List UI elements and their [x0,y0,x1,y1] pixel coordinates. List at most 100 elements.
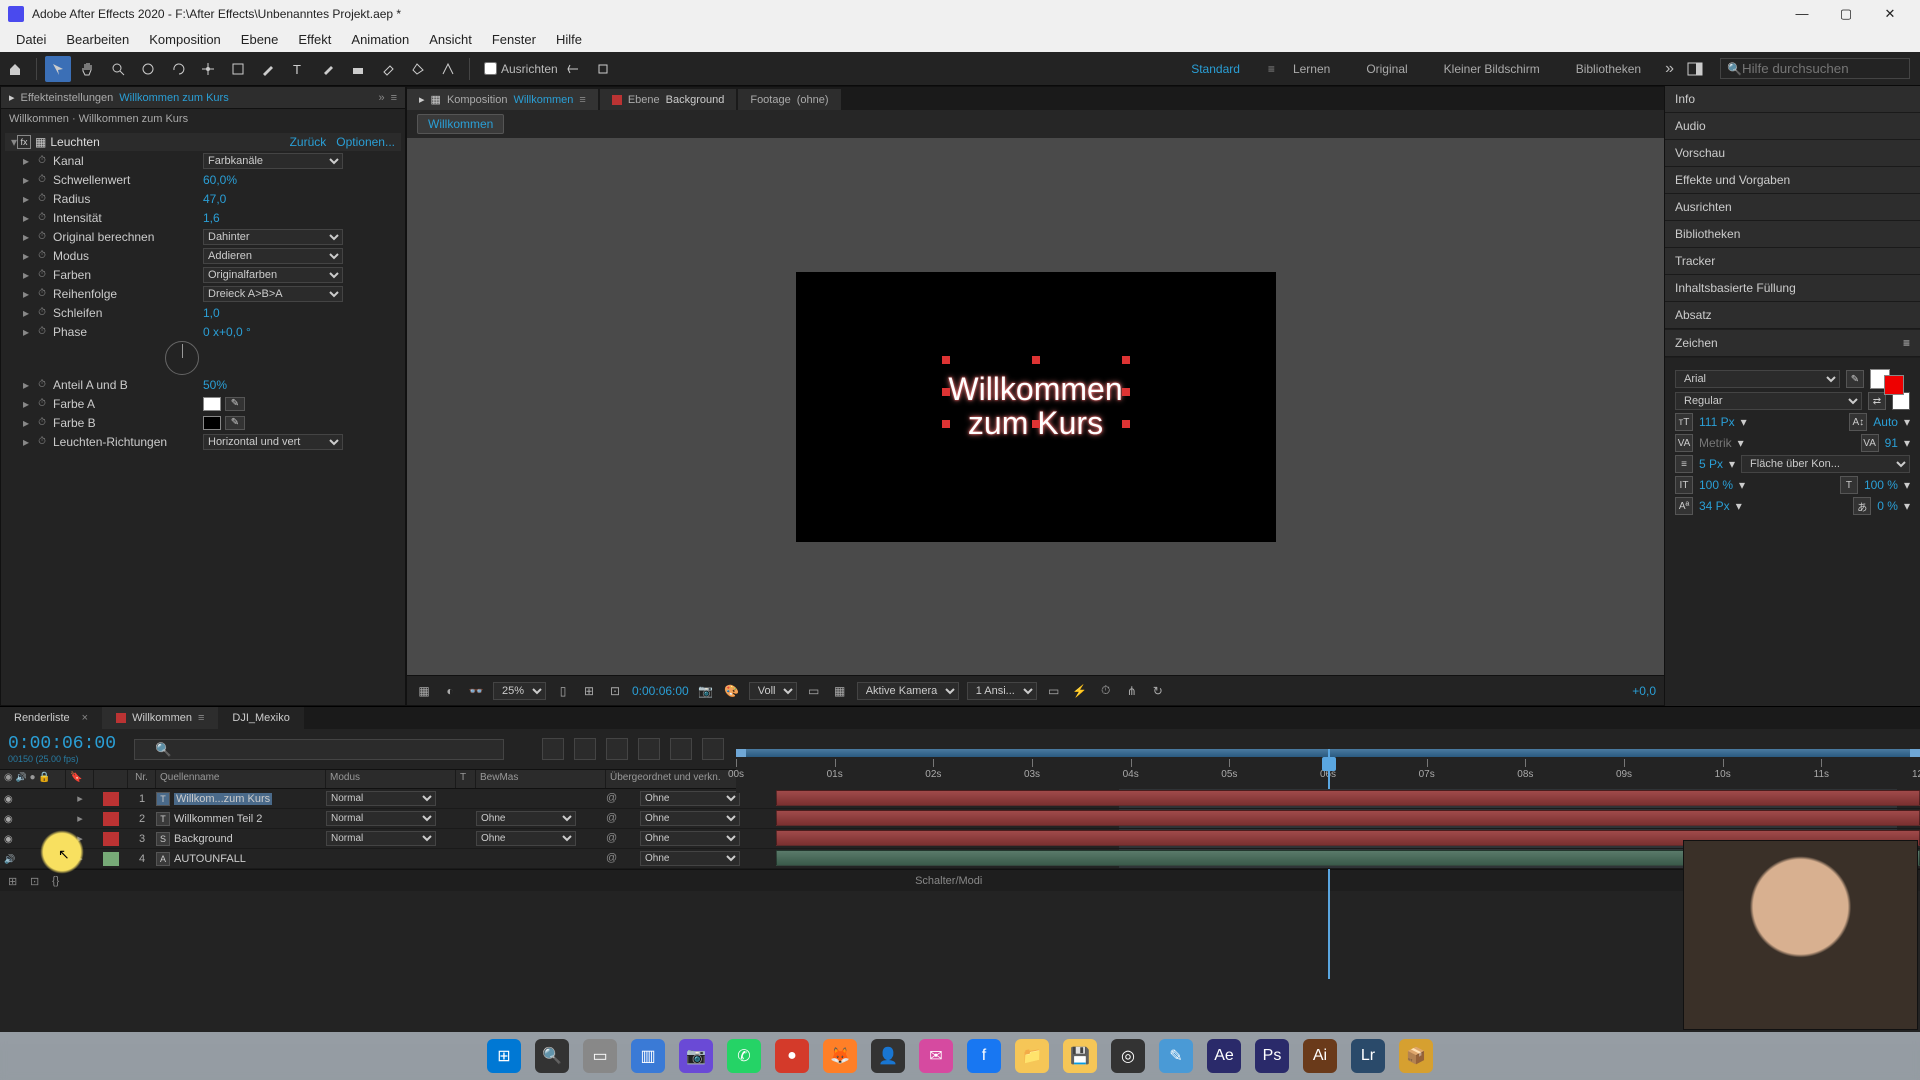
prop-value[interactable]: 0 x+0,0 ° [203,325,251,339]
menu-komposition[interactable]: Komposition [139,28,231,52]
panel-menu-icon[interactable]: ▸ [9,91,15,104]
twirl-icon[interactable]: ▸ [23,306,35,320]
fx-enable-icon[interactable]: fx [17,135,31,149]
leading-value[interactable]: Auto [1873,415,1898,429]
toggle-channel-icon[interactable]: ◐ [441,682,459,700]
rotate-tool[interactable] [165,56,191,82]
twirl-icon[interactable]: ▸ [23,268,35,282]
help-search-input[interactable] [1742,61,1903,76]
graph-editor-icon[interactable] [638,738,660,760]
layer-row[interactable]: ▸ 1 TWillkom...zum Kurs Normal @Ohne [0,789,776,809]
effect-header[interactable]: ▾ fx ▦ Leuchten Zurück Optionen... [5,133,401,151]
vscale-value[interactable]: 100 % [1699,478,1733,492]
parent-select[interactable]: Ohne [640,831,740,846]
twirl-icon[interactable]: ▸ [23,435,35,449]
taskbar-app[interactable]: ⊞ [487,1039,521,1073]
shy-toggle-icon[interactable] [542,738,564,760]
workspace-lernen[interactable]: Lernen [1275,62,1348,76]
panel-header-effekte-und-vorgaben[interactable]: Effekte und Vorgaben [1665,167,1920,194]
taskbar-app[interactable]: 📦 [1399,1039,1433,1073]
menu-datei[interactable]: Datei [6,28,56,52]
motion-blur-icon[interactable] [606,738,628,760]
stroke-width-value[interactable]: 5 Px [1699,457,1723,471]
visibility-toggle-icon[interactable] [4,813,13,825]
parent-select[interactable]: Ohne [640,791,740,806]
snapshot-icon[interactable]: 📷 [697,682,715,700]
twirl-icon[interactable]: ▸ [23,173,35,187]
eraser-tool[interactable] [375,56,401,82]
font-size-value[interactable]: 111 Px [1699,415,1735,429]
clone-tool[interactable] [345,56,371,82]
panel-header-tracker[interactable]: Tracker [1665,248,1920,275]
prop-select[interactable]: Originalfarben [203,267,343,283]
tracking-value[interactable]: 91 [1885,436,1898,450]
menu-ansicht[interactable]: Ansicht [419,28,482,52]
panel-header-absatz[interactable]: Absatz [1665,302,1920,329]
twirl-icon[interactable]: ▸ [23,378,35,392]
stopwatch-icon[interactable] [35,211,49,225]
timeline-icon[interactable]: ⏱ [1097,682,1115,700]
comp-tab-footage[interactable]: Footage (ohne) [738,89,840,110]
prop-select[interactable]: Dahinter [203,229,343,245]
exposure-value[interactable]: +0,0 [1632,684,1656,698]
eyedropper-icon[interactable]: ✎ [225,397,245,411]
views-count-select[interactable]: 1 Ansi... [967,682,1037,700]
blend-mode-select[interactable]: Normal [326,831,436,846]
twirl-icon[interactable]: ▸ [66,792,94,805]
twirl-icon[interactable]: ▸ [23,249,35,263]
toggle-alpha-icon[interactable]: ▦ [415,682,433,700]
panel-overflow-icon[interactable]: » [378,92,384,104]
taskbar-app[interactable]: 📁 [1015,1039,1049,1073]
layer-row[interactable]: ▸ 4 AAUTOUNFALL @Ohne [0,849,776,869]
visibility-toggle-icon[interactable] [4,833,13,845]
timeline-timecode-block[interactable]: 0:00:06:00 00150 (25.00 fps) [0,730,130,768]
taskbar-app[interactable]: ▥ [631,1039,665,1073]
flowchart-icon[interactable]: ⋔ [1123,682,1141,700]
panel-toggle-icon[interactable] [1682,56,1708,82]
menu-fenster[interactable]: Fenster [482,28,546,52]
stopwatch-icon[interactable] [35,230,49,244]
pickwhip-icon[interactable]: @ [606,832,620,846]
twirl-icon[interactable]: ▸ [23,192,35,206]
menu-effekt[interactable]: Effekt [288,28,341,52]
comp-tab-layer[interactable]: Ebene Background [600,89,737,110]
eyedropper-icon[interactable]: ✎ [225,416,245,430]
color-mgmt-icon[interactable]: 🎨 [723,682,741,700]
comp-tab-composition[interactable]: ▸▦ Komposition Willkommen ≡ [407,89,598,110]
workspace-bibliotheken[interactable]: Bibliotheken [1558,62,1659,76]
toggle-switches-icon[interactable]: ⊞ [8,875,20,887]
pickwhip-icon[interactable]: @ [606,812,620,826]
workspace-active[interactable]: Standard [1163,62,1268,76]
reset-exposure-icon[interactable]: ↻ [1149,682,1167,700]
track-matte-select[interactable]: Ohne [476,831,576,846]
stopwatch-icon[interactable] [35,192,49,206]
font-style-select[interactable]: Regular [1675,392,1862,410]
resolution-select[interactable]: Voll [749,682,797,700]
prop-value[interactable]: 1,6 [203,211,220,225]
home-tool[interactable] [2,56,28,82]
kerning-value[interactable]: Metrik [1699,436,1732,450]
panel-header-ausrichten[interactable]: Ausrichten [1665,194,1920,221]
twirl-icon[interactable]: ▸ [23,154,35,168]
twirl-icon[interactable]: ▸ [66,832,94,845]
stopwatch-icon[interactable] [35,416,49,430]
color-swatch[interactable] [203,416,221,430]
taskbar-app[interactable]: 👤 [871,1039,905,1073]
pixel-aspect-icon[interactable]: ▭ [1045,682,1063,700]
menu-ebene[interactable]: Ebene [231,28,289,52]
text-tool[interactable]: T [285,56,311,82]
shape-tool[interactable] [225,56,251,82]
taskbar-app[interactable]: f [967,1039,1001,1073]
prop-value[interactable]: 50% [203,378,227,392]
selection-tool[interactable] [45,56,71,82]
taskbar-app[interactable]: 💾 [1063,1039,1097,1073]
taskbar-app[interactable]: ✎ [1159,1039,1193,1073]
layer-bar[interactable] [776,810,1920,826]
zoom-tool[interactable] [105,56,131,82]
taskbar-app[interactable]: ▭ [583,1039,617,1073]
twirl-icon[interactable]: ▸ [23,416,35,430]
parent-select[interactable]: Ohne [640,851,740,866]
hscale-value[interactable]: 100 % [1864,478,1898,492]
prop-select[interactable]: Addieren [203,248,343,264]
taskbar-app[interactable]: ✉ [919,1039,953,1073]
